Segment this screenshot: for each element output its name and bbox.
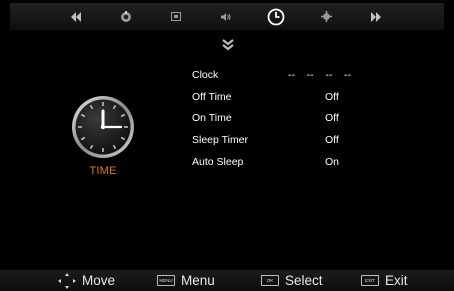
picture-icon [121,10,131,22]
hint-menu: MENU Menu [157,270,215,291]
arrow-keys-icon [58,272,76,289]
time-clock-illustration-icon [72,96,134,158]
setting-value: On [325,156,340,168]
section-title: TIME [89,165,117,177]
setting-value: -- -- -- -- [288,69,351,81]
tab-next[interactable] [356,3,396,30]
setting-row-on-time[interactable]: On Time Off [192,112,412,128]
tab-previous[interactable] [56,3,96,30]
tab-setup[interactable] [306,3,346,30]
setting-row-clock[interactable]: Clock -- -- -- -- [192,69,412,85]
hint-move: Move [58,270,115,291]
setting-value: Off [325,91,339,103]
key-hint-bar: Move MENU Menu OK Select EXIT Exit [0,270,454,291]
tv-menu-screen: TIME Clock -- -- -- -- Off Time Off On T… [0,0,454,291]
ok-key-icon: OK [261,275,279,286]
setting-label: Clock [192,69,219,81]
gear-icon [320,11,332,22]
tab-time[interactable] [256,3,296,30]
rewind-icon [71,11,81,22]
menu-tab-bar [10,3,444,30]
setting-label: Auto Sleep [192,156,244,168]
hint-label: Select [285,273,323,288]
tab-picture[interactable] [106,3,146,30]
hint-select: OK Select [261,270,323,291]
setting-value: Off [325,112,339,124]
setting-row-auto-sleep[interactable]: Auto Sleep On [192,156,412,172]
setting-value: Off [325,134,339,146]
exit-key-icon: EXIT [361,275,379,286]
scroll-down-chevron-icon [222,39,234,51]
hint-exit: EXIT Exit [361,270,408,291]
hint-label: Exit [385,273,408,288]
menu-key-icon: MENU [157,275,175,286]
fast-forward-icon [371,11,381,22]
tab-channel[interactable] [156,3,196,30]
setting-row-sleep-timer[interactable]: Sleep Timer Off [192,134,412,150]
hint-label: Menu [181,273,215,288]
setting-label: On Time [192,112,232,124]
tv-channel-icon [171,12,181,21]
clock-icon [267,8,285,25]
setting-label: Off Time [192,91,232,103]
tab-sound[interactable] [206,3,246,30]
speaker-icon [221,12,231,21]
setting-label: Sleep Timer [192,134,249,146]
setting-row-off-time[interactable]: Off Time Off [192,91,412,107]
hint-label: Move [82,273,116,288]
